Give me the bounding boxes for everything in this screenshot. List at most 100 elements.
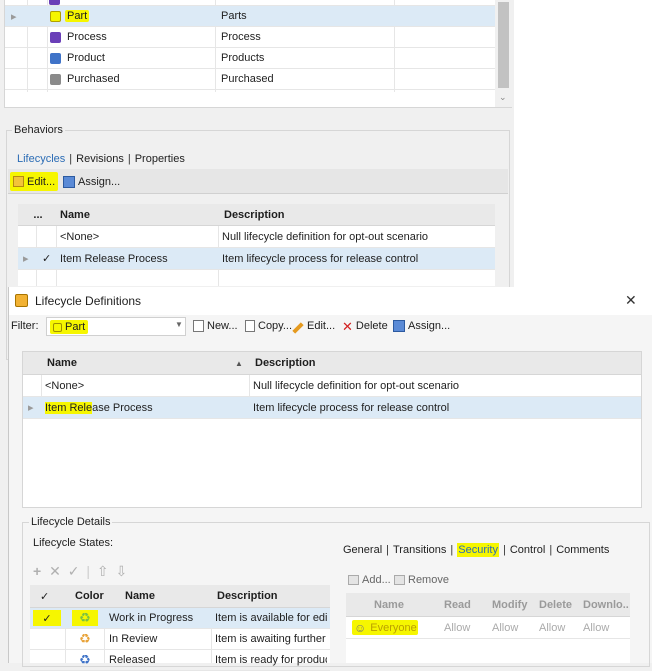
new-button[interactable]: New...	[193, 320, 238, 332]
column-header-name[interactable]: Name	[47, 352, 227, 374]
recycle-icon: ♻	[72, 610, 98, 626]
chevron-down-icon[interactable]: ▼	[175, 320, 183, 329]
assign-icon	[63, 175, 75, 188]
category-row[interactable]: Process Process	[5, 27, 495, 48]
state-name: In Review	[109, 633, 158, 645]
category-color-swatch	[50, 53, 61, 64]
behaviors-tabs: Lifecycles | Revisions | Properties	[17, 153, 185, 165]
delete-button[interactable]: ✕ Delete	[342, 318, 388, 334]
lifecycle-states-label: Lifecycle States:	[33, 537, 114, 549]
assign-button[interactable]: Assign...	[393, 320, 450, 332]
dialog-title: Lifecycle Definitions	[35, 294, 142, 308]
categories-panel: ▸ Part Parts Process Process Product Pro…	[4, 0, 512, 108]
lifecycle-row[interactable]: <None> Null lifecycle definition for opt…	[18, 226, 495, 248]
filter-value: Part	[65, 321, 86, 333]
check-column-icon: ✓	[40, 590, 50, 603]
behaviors-toolbar: Edit... Assign...	[8, 169, 508, 194]
category-value: Products	[221, 52, 265, 64]
tab-general[interactable]: General	[343, 544, 382, 556]
filter-label: Filter:	[11, 320, 39, 332]
recycle-icon: ♻	[79, 631, 91, 646]
column-header-dots[interactable]: ...	[18, 204, 58, 225]
background-right-pane	[514, 0, 652, 287]
category-value: Parts	[221, 10, 247, 22]
check-icon: ✓	[33, 610, 61, 626]
column-header-description[interactable]: Description	[217, 585, 327, 607]
category-row[interactable]: Product Products	[5, 48, 495, 69]
sort-asc-icon[interactable]: ▲	[235, 352, 247, 374]
categories-scrollbar[interactable]: ⌄	[495, 0, 512, 107]
category-row[interactable]: ▸ Part Parts	[5, 6, 495, 27]
close-icon[interactable]: ✕	[625, 292, 637, 309]
move-up-icon[interactable]: ⇧	[97, 563, 109, 579]
tab-security[interactable]: Security	[457, 543, 499, 557]
column-header-name[interactable]: Name	[60, 204, 220, 225]
dialog-title-bar[interactable]: Lifecycle Definitions ✕	[9, 287, 652, 315]
chevron-down-icon[interactable]: ⌄	[499, 92, 507, 103]
lifecycle-description: Item lifecycle process for release contr…	[222, 252, 419, 265]
add-state-icon[interactable]: +	[33, 563, 41, 579]
lifecycle-details-title: Lifecycle Details	[29, 516, 113, 528]
definition-description: Null lifecycle definition for opt-out sc…	[253, 379, 460, 392]
edit-button[interactable]: Edit...	[10, 172, 59, 191]
filter-dropdown[interactable]: Part ▼	[46, 317, 186, 336]
permission-modify: Allow	[492, 621, 519, 634]
add-security-button[interactable]: Add...	[348, 574, 391, 586]
tab-control[interactable]: Control	[510, 544, 545, 556]
expand-arrow-icon[interactable]: ▸	[23, 248, 33, 269]
category-name: Purchased	[67, 73, 120, 85]
column-header-read[interactable]: Read	[444, 593, 484, 616]
tab-properties[interactable]: Properties	[135, 153, 185, 165]
expand-arrow-icon[interactable]: ▸	[11, 6, 23, 26]
lifecycle-name: Item Release Process	[60, 252, 168, 265]
user-icon: ☺	[354, 620, 367, 635]
column-header-modify[interactable]: Modify	[492, 593, 536, 616]
delete-icon: ✕	[342, 318, 353, 334]
tab-revisions[interactable]: Revisions	[76, 153, 124, 165]
scrollbar-thumb[interactable]	[498, 2, 509, 88]
states-toolbar: + ✕ ✓ | ⇧ ⇩	[33, 563, 128, 579]
behaviors-title: Behaviors	[12, 124, 65, 136]
security-row[interactable]: ☺ Everyone Allow Allow Allow Allow	[346, 617, 630, 639]
category-row[interactable]: Purchased Purchased	[5, 69, 495, 90]
check-state-icon[interactable]: ✓	[68, 563, 80, 579]
tab-transitions[interactable]: Transitions	[393, 544, 446, 556]
states-grid: ✓ Color Name Description ✓ ♻ Work in Pro…	[30, 585, 330, 671]
column-header-name[interactable]: Name	[374, 593, 424, 616]
lifecycle-row[interactable]: ▸ ✓ Item Release Process Item lifecycle …	[18, 248, 495, 270]
tab-lifecycles[interactable]: Lifecycles	[17, 153, 65, 165]
assign-button[interactable]: Assign...	[63, 172, 120, 191]
column-header-delete[interactable]: Delete	[539, 593, 579, 616]
column-header-name[interactable]: Name	[125, 585, 205, 607]
lifecycle-name: <None>	[60, 230, 100, 243]
definition-row[interactable]: <None> Null lifecycle definition for opt…	[23, 375, 641, 397]
column-header-description[interactable]: Description	[224, 204, 484, 225]
column-header-description[interactable]: Description	[255, 352, 555, 374]
remove-security-button[interactable]: Remove	[394, 574, 449, 586]
recycle-icon: ♻	[79, 652, 91, 667]
state-row[interactable]: ♻ In Review Item is awaiting further ...	[30, 629, 330, 650]
detail-tabs: General | Transitions | Security | Control | Com…	[343, 543, 610, 557]
lifecycle-definitions-dialog: Lifecycle Definitions ✕ Filter: Part ▼ N…	[8, 287, 652, 671]
definition-row[interactable]: ▸ Item Rele ase Process Item lifecycle pr…	[23, 397, 641, 419]
remove-icon	[394, 575, 405, 585]
category-value: Process	[221, 31, 261, 43]
category-name: Process	[67, 31, 107, 43]
edit-button[interactable]: Edit...	[292, 320, 335, 334]
tab-comments[interactable]: Comments	[556, 544, 609, 556]
category-name: Part	[65, 10, 90, 22]
column-header-download[interactable]: Downlo...	[583, 593, 629, 616]
remove-state-icon[interactable]: ✕	[49, 563, 61, 579]
copy-button[interactable]: Copy...	[245, 320, 292, 332]
assign-icon	[393, 320, 405, 332]
security-grid: Name Read Modify Delete Downlo... ☺ Ever…	[346, 593, 630, 663]
definitions-grid: Name ▲ Description <None> Null lifecycle…	[22, 351, 642, 508]
state-row[interactable]: ♻ Released Item is ready for produc...	[30, 650, 330, 671]
column-header-color[interactable]: Color	[75, 585, 115, 607]
edit-icon	[13, 176, 24, 187]
move-down-icon[interactable]: ⇩	[115, 563, 127, 579]
category-color-swatch	[50, 11, 61, 22]
expand-arrow-icon[interactable]: ▸	[28, 397, 38, 418]
lifecycle-description: Null lifecycle definition for opt-out sc…	[222, 230, 429, 243]
state-row[interactable]: ✓ ♻ Work in Progress Item is available f…	[30, 608, 330, 629]
